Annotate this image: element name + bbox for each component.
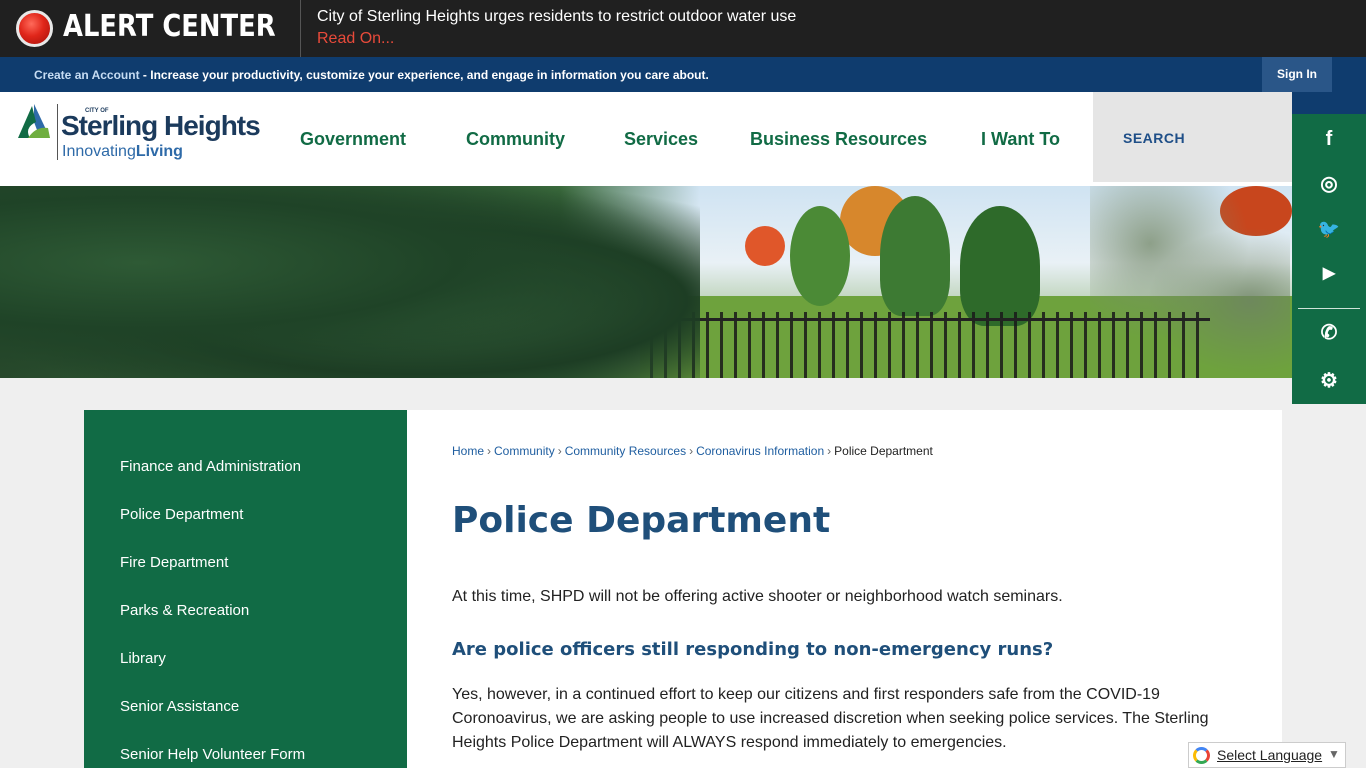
- sign-in-button[interactable]: Sign In: [1262, 57, 1332, 92]
- account-description: - Increase your productivity, customize …: [139, 68, 709, 82]
- sidebar-item-police[interactable]: Police Department: [120, 506, 243, 523]
- site-logo[interactable]: CITY OF Sterling Heights InnovatingLivin…: [14, 102, 264, 172]
- faq-heading: Are police officers still responding to …: [452, 639, 1054, 660]
- select-language-label[interactable]: Select Language: [1217, 747, 1322, 763]
- banner-evergreens: [0, 186, 700, 378]
- account-bar: Create an Account - Increase your produc…: [0, 57, 1366, 92]
- logo-tagline: InnovatingLiving: [62, 143, 183, 161]
- logo-divider: [57, 104, 58, 160]
- main-content: Home › Community › Community Resources › Coron…: [407, 410, 1282, 768]
- sidebar-item-senior-volunteer[interactable]: Senior Help Volunteer Form: [120, 746, 305, 763]
- banner-tree: [745, 226, 785, 266]
- nav-community[interactable]: Community: [466, 129, 565, 150]
- rail-cap: [1292, 92, 1366, 114]
- intro-paragraph: At this time, SHPD will not be offering …: [452, 588, 1063, 605]
- breadcrumb-community-resources[interactable]: Community Resources: [565, 444, 686, 458]
- faq-answer: Yes, however, in a continued effort to k…: [452, 686, 1209, 751]
- breadcrumb-community[interactable]: Community: [494, 444, 555, 458]
- sidebar-item-senior-assistance[interactable]: Senior Assistance: [120, 698, 239, 715]
- language-selector[interactable]: Select Language ▼: [1188, 742, 1346, 768]
- page-title: Police Department: [452, 500, 831, 541]
- breadcrumb: Home › Community › Community Resources › Coron…: [452, 444, 933, 458]
- search-label[interactable]: SEARCH: [1123, 130, 1185, 146]
- breadcrumb-current: Police Department: [834, 444, 933, 458]
- logo-tagline-b: Living: [135, 143, 183, 160]
- logo-mark-icon: [18, 104, 50, 138]
- breadcrumb-coronavirus[interactable]: Coronavirus Information: [696, 444, 824, 458]
- search-box[interactable]: SEARCH: [1093, 92, 1292, 182]
- breadcrumb-separator: ›: [487, 444, 492, 458]
- nav-government[interactable]: Government: [300, 129, 406, 150]
- alert-center-title[interactable]: ALERT CENTER: [63, 9, 276, 44]
- breadcrumb-separator: ›: [689, 444, 694, 458]
- breadcrumb-separator: ›: [827, 444, 832, 458]
- banner-fence: [650, 312, 1210, 378]
- read-on-link[interactable]: Read On...: [317, 30, 394, 48]
- sidebar-item-library[interactable]: Library: [120, 650, 166, 667]
- logo-name: Sterling Heights: [61, 110, 261, 141]
- instagram-icon[interactable]: ◎: [1317, 172, 1341, 196]
- nav-i-want-to[interactable]: I Want To: [981, 129, 1060, 150]
- banner-tree: [880, 196, 950, 316]
- youtube-icon[interactable]: ▶: [1317, 262, 1341, 286]
- banner-tree: [960, 206, 1040, 326]
- nav-services[interactable]: Services: [624, 129, 698, 150]
- social-rail: f ◎ 🐦 ▶ ✆ ⚙: [1292, 114, 1366, 404]
- hero-banner-image: [0, 186, 1292, 378]
- banner-fence-rail: [650, 318, 1210, 321]
- rail-divider: [1298, 308, 1360, 309]
- divider: [300, 0, 301, 57]
- chevron-down-icon[interactable]: ▼: [1328, 747, 1340, 761]
- sidebar-item-parks[interactable]: Parks & Recreation: [120, 602, 249, 619]
- phone-icon[interactable]: ✆: [1317, 321, 1341, 345]
- logo-tagline-a: Innovating: [62, 143, 136, 160]
- account-promo: Create an Account - Increase your produc…: [34, 68, 709, 82]
- sidebar-nav: Finance and Administration Police Depart…: [84, 410, 407, 768]
- create-account-link[interactable]: Create an Account: [34, 68, 140, 82]
- alert-icon: [16, 10, 53, 47]
- google-icon: [1193, 747, 1210, 764]
- sidebar-item-fire[interactable]: Fire Department: [120, 554, 228, 571]
- breadcrumb-separator: ›: [557, 444, 562, 458]
- twitter-icon[interactable]: 🐦: [1317, 217, 1341, 241]
- breadcrumb-home[interactable]: Home: [452, 444, 484, 458]
- facebook-icon[interactable]: f: [1317, 127, 1341, 151]
- nav-business-resources[interactable]: Business Resources: [750, 129, 927, 150]
- banner-tree: [790, 206, 850, 306]
- sidebar-item-finance[interactable]: Finance and Administration: [120, 458, 301, 475]
- alert-message[interactable]: City of Sterling Heights urges residents…: [317, 8, 796, 26]
- alert-bar: ALERT CENTER City of Sterling Heights ur…: [0, 0, 1366, 57]
- gear-icon[interactable]: ⚙: [1317, 369, 1341, 393]
